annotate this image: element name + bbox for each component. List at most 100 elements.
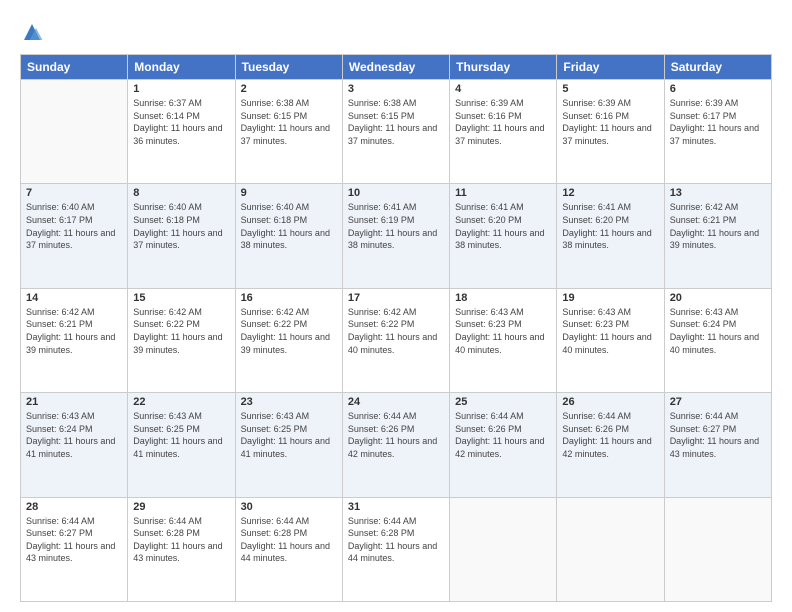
cell-content: Sunrise: 6:44 AMSunset: 6:28 PMDaylight:… bbox=[133, 516, 222, 564]
calendar-cell: 17 Sunrise: 6:42 AMSunset: 6:22 PMDayligh… bbox=[342, 288, 449, 392]
header-monday: Monday bbox=[128, 55, 235, 80]
cell-content: Sunrise: 6:43 AMSunset: 6:23 PMDaylight:… bbox=[562, 307, 651, 355]
cell-content: Sunrise: 6:42 AMSunset: 6:22 PMDaylight:… bbox=[241, 307, 330, 355]
cell-content: Sunrise: 6:43 AMSunset: 6:23 PMDaylight:… bbox=[455, 307, 544, 355]
calendar-cell: 24 Sunrise: 6:44 AMSunset: 6:26 PMDayligh… bbox=[342, 393, 449, 497]
day-number: 3 bbox=[348, 83, 444, 95]
day-number: 18 bbox=[455, 292, 551, 304]
calendar-cell: 14 Sunrise: 6:42 AMSunset: 6:21 PMDayligh… bbox=[21, 288, 128, 392]
calendar-cell: 28Sunrise: 6:44 AMSunset: 6:27 PMDayligh… bbox=[21, 497, 128, 601]
cell-content: Sunrise: 6:42 AMSunset: 6:22 PMDaylight:… bbox=[133, 307, 222, 355]
calendar-cell: 4 Sunrise: 6:39 AMSunset: 6:16 PMDaylight… bbox=[450, 80, 557, 184]
day-number: 2 bbox=[241, 83, 337, 95]
weekday-header-row: Sunday Monday Tuesday Wednesday Thursday… bbox=[21, 55, 772, 80]
day-number: 5 bbox=[562, 83, 658, 95]
cell-content: Sunrise: 6:43 AMSunset: 6:24 PMDaylight:… bbox=[670, 307, 759, 355]
day-number: 31 bbox=[348, 501, 444, 513]
day-number: 1 bbox=[133, 83, 229, 95]
calendar-week-3: 14 Sunrise: 6:42 AMSunset: 6:21 PMDayligh… bbox=[21, 288, 772, 392]
cell-content: Sunrise: 6:37 AMSunset: 6:14 PMDaylight:… bbox=[133, 98, 222, 146]
cell-content: Sunrise: 6:44 AMSunset: 6:28 PMDaylight:… bbox=[241, 516, 330, 564]
calendar-cell: 9 Sunrise: 6:40 AMSunset: 6:18 PMDaylight… bbox=[235, 184, 342, 288]
calendar-cell bbox=[557, 497, 664, 601]
calendar-cell: 25 Sunrise: 6:44 AMSunset: 6:26 PMDayligh… bbox=[450, 393, 557, 497]
header-tuesday: Tuesday bbox=[235, 55, 342, 80]
cell-content: Sunrise: 6:44 AMSunset: 6:27 PMDaylight:… bbox=[26, 516, 115, 564]
cell-content: Sunrise: 6:40 AMSunset: 6:18 PMDaylight:… bbox=[133, 202, 222, 250]
calendar-cell: 19 Sunrise: 6:43 AMSunset: 6:23 PMDayligh… bbox=[557, 288, 664, 392]
day-number: 16 bbox=[241, 292, 337, 304]
calendar-cell: 15Sunrise: 6:42 AMSunset: 6:22 PMDayligh… bbox=[128, 288, 235, 392]
day-number: 26 bbox=[562, 396, 658, 408]
cell-content: Sunrise: 6:43 AMSunset: 6:25 PMDaylight:… bbox=[241, 411, 330, 459]
calendar-cell: 29Sunrise: 6:44 AMSunset: 6:28 PMDayligh… bbox=[128, 497, 235, 601]
day-number: 6 bbox=[670, 83, 766, 95]
cell-content: Sunrise: 6:42 AMSunset: 6:21 PMDaylight:… bbox=[670, 202, 759, 250]
cell-content: Sunrise: 6:41 AMSunset: 6:20 PMDaylight:… bbox=[562, 202, 651, 250]
day-number: 20 bbox=[670, 292, 766, 304]
calendar-week-1: 1 Sunrise: 6:37 AMSunset: 6:14 PMDaylight… bbox=[21, 80, 772, 184]
day-number: 4 bbox=[455, 83, 551, 95]
calendar-cell: 22Sunrise: 6:43 AMSunset: 6:25 PMDayligh… bbox=[128, 393, 235, 497]
day-number: 10 bbox=[348, 187, 444, 199]
header-thursday: Thursday bbox=[450, 55, 557, 80]
cell-content: Sunrise: 6:39 AMSunset: 6:17 PMDaylight:… bbox=[670, 98, 759, 146]
cell-content: Sunrise: 6:44 AMSunset: 6:26 PMDaylight:… bbox=[348, 411, 437, 459]
calendar-cell: 20 Sunrise: 6:43 AMSunset: 6:24 PMDayligh… bbox=[664, 288, 771, 392]
cell-content: Sunrise: 6:44 AMSunset: 6:28 PMDaylight:… bbox=[348, 516, 437, 564]
day-number: 12 bbox=[562, 187, 658, 199]
calendar-cell: 30 Sunrise: 6:44 AMSunset: 6:28 PMDayligh… bbox=[235, 497, 342, 601]
cell-content: Sunrise: 6:40 AMSunset: 6:17 PMDaylight:… bbox=[26, 202, 115, 250]
calendar-cell: 23Sunrise: 6:43 AMSunset: 6:25 PMDayligh… bbox=[235, 393, 342, 497]
day-number: 17 bbox=[348, 292, 444, 304]
calendar-cell: 26 Sunrise: 6:44 AMSunset: 6:26 PMDayligh… bbox=[557, 393, 664, 497]
cell-content: Sunrise: 6:44 AMSunset: 6:26 PMDaylight:… bbox=[562, 411, 651, 459]
calendar-cell: 12 Sunrise: 6:41 AMSunset: 6:20 PMDayligh… bbox=[557, 184, 664, 288]
day-number: 9 bbox=[241, 187, 337, 199]
day-number: 13 bbox=[670, 187, 766, 199]
cell-content: Sunrise: 6:40 AMSunset: 6:18 PMDaylight:… bbox=[241, 202, 330, 250]
day-number: 14 bbox=[26, 292, 122, 304]
calendar-week-5: 28Sunrise: 6:44 AMSunset: 6:27 PMDayligh… bbox=[21, 497, 772, 601]
header-saturday: Saturday bbox=[664, 55, 771, 80]
day-number: 22 bbox=[133, 396, 229, 408]
day-number: 25 bbox=[455, 396, 551, 408]
day-number: 11 bbox=[455, 187, 551, 199]
calendar-cell: 3 Sunrise: 6:38 AMSunset: 6:15 PMDaylight… bbox=[342, 80, 449, 184]
calendar-cell: 11 Sunrise: 6:41 AMSunset: 6:20 PMDayligh… bbox=[450, 184, 557, 288]
calendar-cell: 16 Sunrise: 6:42 AMSunset: 6:22 PMDayligh… bbox=[235, 288, 342, 392]
cell-content: Sunrise: 6:41 AMSunset: 6:20 PMDaylight:… bbox=[455, 202, 544, 250]
cell-content: Sunrise: 6:38 AMSunset: 6:15 PMDaylight:… bbox=[241, 98, 330, 146]
header-sunday: Sunday bbox=[21, 55, 128, 80]
calendar-cell: 27Sunrise: 6:44 AMSunset: 6:27 PMDayligh… bbox=[664, 393, 771, 497]
calendar-cell: 7 Sunrise: 6:40 AMSunset: 6:17 PMDaylight… bbox=[21, 184, 128, 288]
calendar-cell: 5 Sunrise: 6:39 AMSunset: 6:16 PMDaylight… bbox=[557, 80, 664, 184]
cell-content: Sunrise: 6:42 AMSunset: 6:21 PMDaylight:… bbox=[26, 307, 115, 355]
day-number: 27 bbox=[670, 396, 766, 408]
calendar-week-4: 21Sunrise: 6:43 AMSunset: 6:24 PMDayligh… bbox=[21, 393, 772, 497]
cell-content: Sunrise: 6:38 AMSunset: 6:15 PMDaylight:… bbox=[348, 98, 437, 146]
calendar-table: Sunday Monday Tuesday Wednesday Thursday… bbox=[20, 54, 772, 602]
calendar-cell: 2 Sunrise: 6:38 AMSunset: 6:15 PMDaylight… bbox=[235, 80, 342, 184]
cell-content: Sunrise: 6:39 AMSunset: 6:16 PMDaylight:… bbox=[562, 98, 651, 146]
calendar-cell: 1 Sunrise: 6:37 AMSunset: 6:14 PMDaylight… bbox=[128, 80, 235, 184]
day-number: 19 bbox=[562, 292, 658, 304]
header-friday: Friday bbox=[557, 55, 664, 80]
calendar-cell bbox=[664, 497, 771, 601]
calendar-cell: 21Sunrise: 6:43 AMSunset: 6:24 PMDayligh… bbox=[21, 393, 128, 497]
header-wednesday: Wednesday bbox=[342, 55, 449, 80]
cell-content: Sunrise: 6:42 AMSunset: 6:22 PMDaylight:… bbox=[348, 307, 437, 355]
logo-icon bbox=[20, 20, 44, 44]
day-number: 24 bbox=[348, 396, 444, 408]
calendar-cell: 6 Sunrise: 6:39 AMSunset: 6:17 PMDaylight… bbox=[664, 80, 771, 184]
cell-content: Sunrise: 6:43 AMSunset: 6:24 PMDaylight:… bbox=[26, 411, 115, 459]
page: Sunday Monday Tuesday Wednesday Thursday… bbox=[0, 0, 792, 612]
calendar-week-2: 7 Sunrise: 6:40 AMSunset: 6:17 PMDaylight… bbox=[21, 184, 772, 288]
day-number: 30 bbox=[241, 501, 337, 513]
cell-content: Sunrise: 6:44 AMSunset: 6:26 PMDaylight:… bbox=[455, 411, 544, 459]
day-number: 7 bbox=[26, 187, 122, 199]
cell-content: Sunrise: 6:39 AMSunset: 6:16 PMDaylight:… bbox=[455, 98, 544, 146]
calendar-cell: 13 Sunrise: 6:42 AMSunset: 6:21 PMDayligh… bbox=[664, 184, 771, 288]
cell-content: Sunrise: 6:41 AMSunset: 6:19 PMDaylight:… bbox=[348, 202, 437, 250]
calendar-cell bbox=[21, 80, 128, 184]
